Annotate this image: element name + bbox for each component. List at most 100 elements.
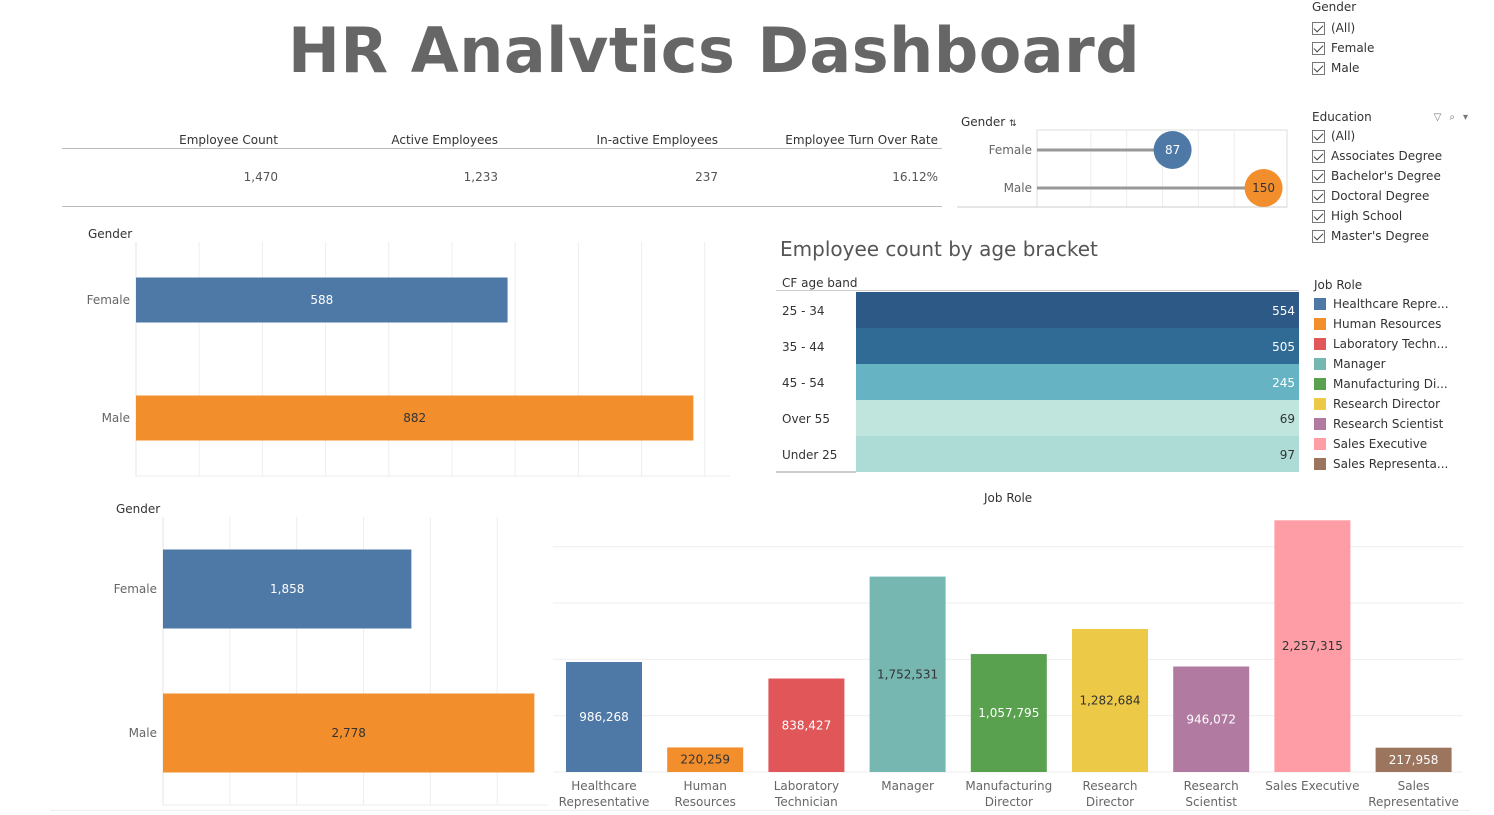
legend-item[interactable]: Healthcare Repre... [1314,294,1449,314]
kpi-value-employee-count: 1,470 [243,170,278,184]
gender-second-axis-title: Gender [116,502,161,516]
filter-option-label: Master's Degree [1331,229,1430,243]
data-label: 87 [1165,143,1180,157]
checkbox-icon[interactable] [1312,229,1325,243]
data-label: 97 [1280,448,1295,462]
tick-label: Human [684,779,727,793]
gender-dot-chart: Female 87 Male 150 [957,129,1288,208]
education-filter: Education ▽ ⌕ ▾ (All) Associates Degree … [1312,110,1472,244]
dashboard-title: HR Analvtics Dashboard [288,14,1141,87]
tick-label: Scientist [1185,795,1237,809]
data-label: 217,958 [1389,753,1439,767]
legend-label: Sales Representa... [1333,457,1449,471]
data-label: 2,257,315 [1282,639,1343,653]
filter-option-label: Bachelor's Degree [1331,169,1441,183]
legend-swatch [1314,418,1326,430]
education-filter-doctoral[interactable]: Doctoral Degree [1312,186,1472,206]
checkbox-icon[interactable] [1312,209,1325,223]
education-filter-masters[interactable]: Master's Degree [1312,226,1472,244]
legend-label: Research Director [1333,397,1441,411]
legend-item[interactable]: Laboratory Techn... [1314,334,1449,354]
kpi-divider [62,148,942,149]
filter-option-label: (All) [1331,129,1356,143]
kpi-value-turnover: 16.12% [892,170,938,184]
chevron-down-icon[interactable]: ▾ [1463,112,1468,123]
legend-swatch [1314,338,1326,350]
filter-option-label: Associates Degree [1331,149,1443,163]
filter-funnel-icon[interactable]: ▽ [1434,112,1442,123]
tick-label: Sales Executive [1265,779,1359,793]
gender-second-chart: Female 1,858 Male 2,778 [114,517,548,806]
tick-label: Manager [881,779,934,793]
tick-label: Healthcare [571,779,636,793]
category-label: Male [102,411,130,425]
checkbox-icon[interactable] [1312,169,1325,183]
data-label: 245 [1272,376,1295,390]
education-filter-bachelors[interactable]: Bachelor's Degree [1312,166,1472,186]
data-label: 986,268 [579,710,629,724]
kpi-header-turnover: Employee Turn Over Rate [785,133,938,147]
gender-filter-female[interactable]: Female [1312,38,1374,58]
tick-label: Laboratory [774,779,839,793]
search-icon[interactable]: ⌕ [1449,112,1455,123]
legend-item[interactable]: Human Resources [1314,314,1449,334]
job-role-legend: Job Role Healthcare Repre... Human Resour… [1314,278,1449,474]
gender-filter: Gender (All) Female Male [1312,0,1374,78]
tick-label: Technician [774,795,838,809]
gender-filter-title: Gender [1312,0,1357,14]
kpi-value-active: 1,233 [463,170,498,184]
legend-label: Human Resources [1333,317,1442,331]
legend-item[interactable]: Manufacturing Di... [1314,374,1449,394]
tick-label: Representative [559,795,650,809]
category-label: Over 55 [782,412,830,426]
checkbox-icon[interactable] [1312,41,1325,55]
category-label: Male [1004,181,1032,195]
data-label: 2,778 [332,726,366,740]
education-filter-all[interactable]: (All) [1312,126,1472,146]
checkbox-icon[interactable] [1312,61,1325,75]
data-label: 150 [1252,181,1275,195]
gender-filter-male[interactable]: Male [1312,58,1374,78]
tick-label: Representative [1368,795,1459,809]
category-label: 45 - 54 [782,376,825,390]
education-filter-high-school[interactable]: High School [1312,206,1472,226]
legend-item[interactable]: Sales Representa... [1314,454,1449,474]
checkbox-icon[interactable] [1312,149,1325,163]
category-label: Female [87,293,130,307]
gender-filter-all[interactable]: (All) [1312,18,1374,38]
bar [856,400,1299,436]
legend-swatch [1314,378,1326,390]
tick-label: Research [1082,779,1137,793]
tick-label: Manufacturing [965,779,1052,793]
checkbox-icon[interactable] [1312,129,1325,143]
legend-swatch [1314,458,1326,470]
legend-swatch [1314,438,1326,450]
data-label: 220,259 [680,753,730,767]
legend-item[interactable]: Manager [1314,354,1449,374]
kpi-header-employee-count: Employee Count [179,133,278,147]
bar [856,436,1299,472]
age-chart-title: Employee count by age bracket [780,237,1098,261]
legend-item[interactable]: Research Director [1314,394,1449,414]
legend-swatch [1314,318,1326,330]
bar [856,292,1299,328]
legend-item[interactable]: Research Scientist [1314,414,1449,434]
checkbox-icon[interactable] [1312,189,1325,203]
checkbox-icon[interactable] [1312,21,1325,35]
category-label: Male [129,726,157,740]
category-label: Under 25 [782,448,837,462]
legend-title: Job Role [1314,278,1363,292]
legend-swatch [1314,398,1326,410]
education-filter-associates[interactable]: Associates Degree [1312,146,1472,166]
legend-label: Manager [1333,357,1386,371]
bar [856,328,1299,364]
filter-option-label: Doctoral Degree [1331,189,1430,203]
filter-option-label: Male [1331,61,1360,75]
age-bracket-chart: 25 - 34 554 35 - 44 505 45 - 54 245 Over 55 69 U… [776,290,1299,473]
legend-item[interactable]: Sales Executive [1314,434,1449,454]
data-label: 1,858 [270,582,304,596]
tick-label: Director [1086,795,1134,809]
legend-label: Sales Executive [1333,437,1428,451]
gender-dots-axis-title: Gender ⇅ [961,115,1017,129]
data-label: 1,057,795 [978,706,1039,720]
